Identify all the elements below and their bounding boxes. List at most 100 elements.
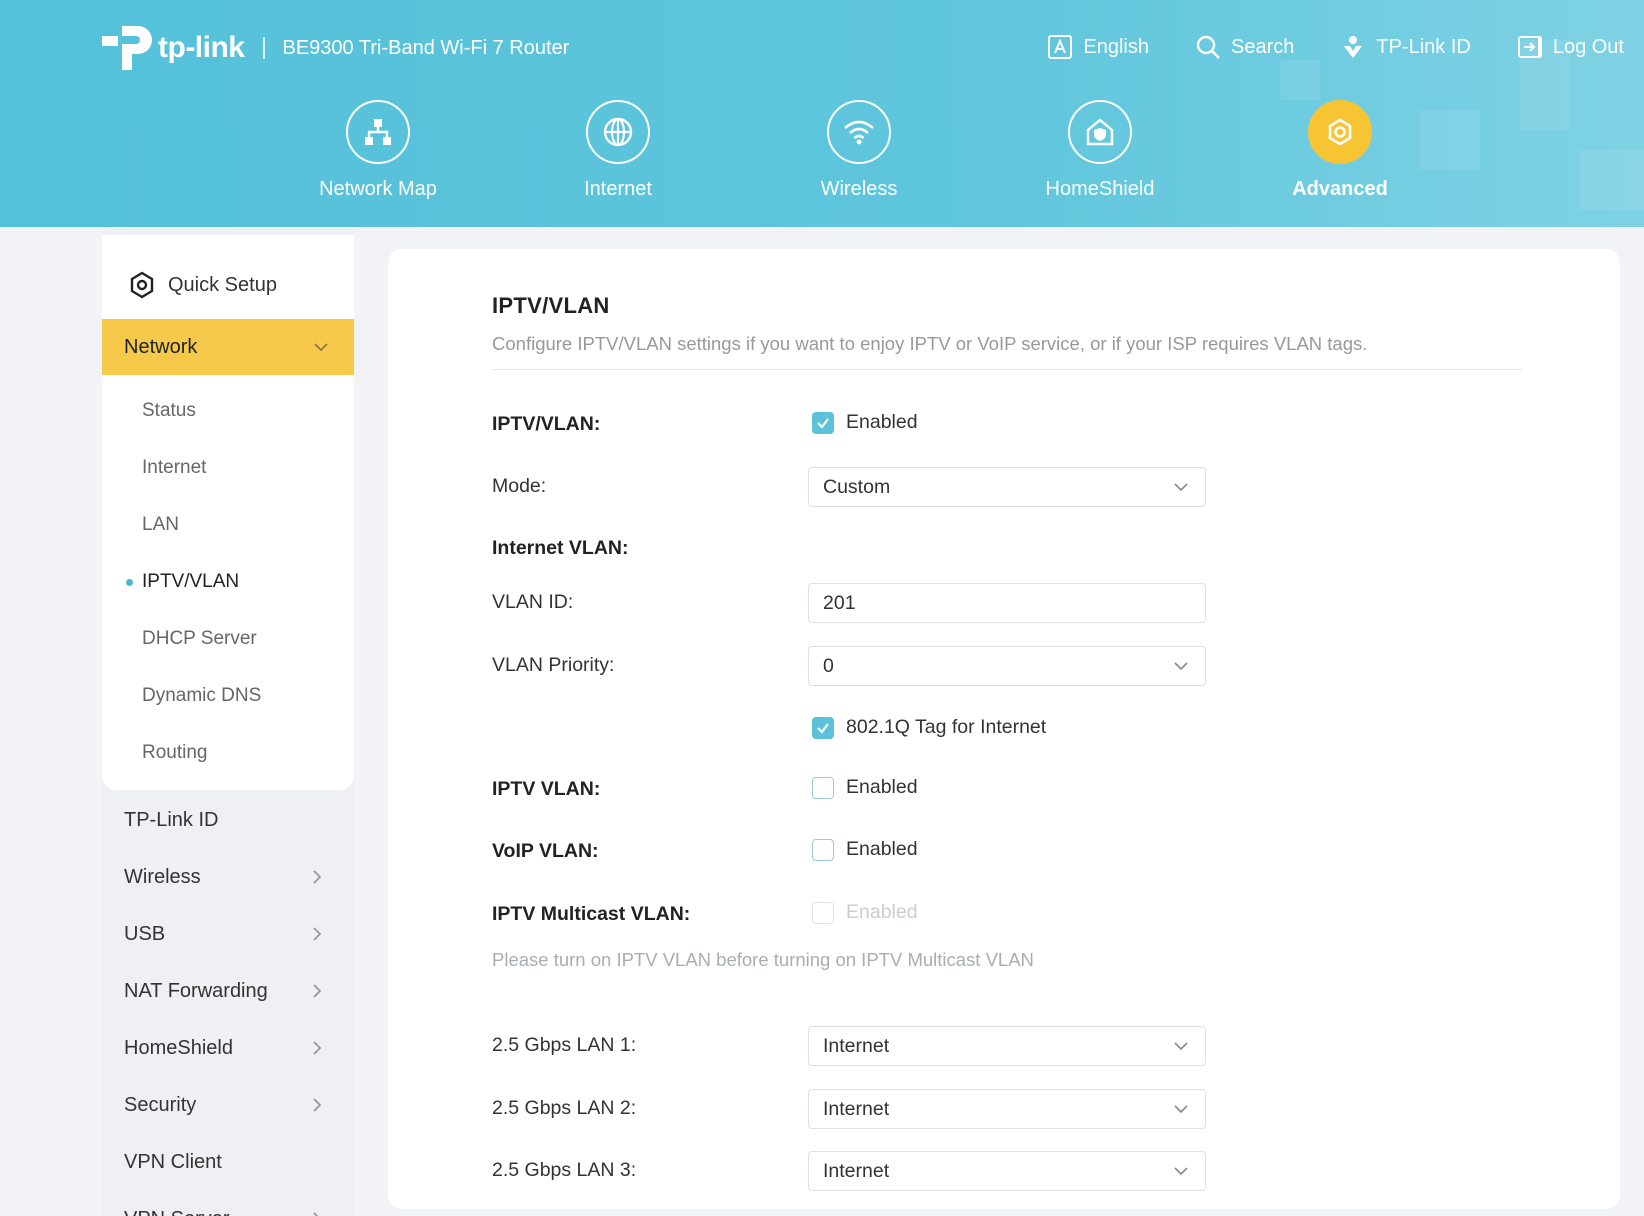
vlan-id-input[interactable]: [823, 591, 1189, 615]
iptv-vlan-checkbox[interactable]: Enabled: [812, 411, 918, 434]
sidebar-sub-lan[interactable]: LAN: [102, 501, 354, 549]
chevron-down-icon: [1174, 662, 1188, 671]
iptv-multicast-enable-label: Enabled: [846, 901, 918, 923]
sidebar-sub-internet[interactable]: Internet: [102, 444, 354, 492]
tplink-id-link[interactable]: TP-Link ID: [1340, 34, 1471, 60]
iptv-vlan-label: IPTV/VLAN: [142, 571, 240, 592]
homeshield-icon: [1068, 100, 1132, 164]
nav-homeshield[interactable]: HomeShield: [1010, 100, 1190, 201]
status-label: Status: [142, 400, 196, 421]
sidebar-sub-dhcp-server[interactable]: DHCP Server: [102, 615, 354, 663]
vlan-priority-label: VLAN Priority:: [492, 654, 615, 676]
iptv-vlan-panel: IPTV/VLAN Configure IPTV/VLAN settings i…: [388, 249, 1620, 1209]
page-title: IPTV/VLAN: [492, 293, 610, 318]
mode-value: Custom: [823, 475, 891, 498]
checkbox-checked-icon: [812, 716, 834, 739]
sidebar-item-vpn-server[interactable]: VPN Server: [102, 1194, 354, 1216]
homeshield-item-label: HomeShield: [124, 1036, 233, 1059]
chevron-down-icon: [1174, 1042, 1188, 1051]
sidebar-item-quick-setup[interactable]: Quick Setup: [128, 271, 277, 299]
sidebar-item-tplink-id[interactable]: TP-Link ID: [102, 795, 354, 845]
security-item-label: Security: [124, 1093, 197, 1116]
sidebar-item-vpn-client[interactable]: VPN Client: [102, 1137, 354, 1187]
sidebar-item-wireless[interactable]: Wireless: [102, 852, 354, 902]
nav-network-map[interactable]: Network Map: [288, 100, 468, 201]
sidebar-item-usb[interactable]: USB: [102, 909, 354, 959]
nav-wireless[interactable]: Wireless: [769, 100, 949, 201]
nav-internet-label: Internet: [584, 178, 652, 200]
nav-advanced[interactable]: Advanced: [1250, 100, 1430, 201]
search-label: Search: [1230, 35, 1295, 58]
wireless-item-label: Wireless: [124, 865, 201, 888]
sidebar-item-nat-forwarding[interactable]: NAT Forwarding: [102, 966, 354, 1016]
iptv-vlan-enable-label: Enabled: [846, 776, 918, 798]
advanced-gear-icon: [1308, 100, 1372, 164]
chevron-right-icon: [313, 1098, 322, 1112]
lan3-label: 2.5 Gbps LAN 3:: [492, 1159, 637, 1181]
language-selector[interactable]: English: [1047, 34, 1149, 60]
sidebar-network-card: Quick Setup Network Status Internet LAN …: [102, 235, 354, 790]
lan2-label: 2.5 Gbps LAN 2:: [492, 1097, 637, 1119]
tag-for-internet-checkbox[interactable]: 802.1Q Tag for Internet: [812, 716, 1046, 739]
vlan-id-input-box[interactable]: [808, 583, 1206, 623]
lan3-value: Internet: [823, 1159, 890, 1182]
title-divider: [492, 369, 1522, 370]
lan1-value: Internet: [823, 1034, 890, 1057]
wifi-icon: [827, 100, 891, 164]
tag-for-internet-label: 802.1Q Tag for Internet: [846, 716, 1047, 738]
iptv-multicast-vlan-label: IPTV Multicast VLAN:: [492, 903, 691, 925]
voip-vlan-label: VoIP VLAN:: [492, 840, 599, 862]
logo-divider: [262, 37, 265, 59]
sidebar-item-security[interactable]: Security: [102, 1080, 354, 1130]
iptv-multicast-vlan-checkbox: Enabled: [812, 901, 918, 924]
nav-internet[interactable]: Internet: [528, 100, 708, 201]
internet-label: Internet: [142, 457, 207, 478]
lan2-value: Internet: [823, 1097, 890, 1120]
usb-item-label: USB: [124, 922, 166, 945]
tp-link-logo[interactable]: tp-link BE9300 Tri-Band Wi-Fi 7 Router: [100, 22, 569, 74]
lan3-select[interactable]: Internet: [808, 1151, 1206, 1191]
sidebar-sub-iptv-vlan[interactable]: IPTV/VLAN: [102, 558, 354, 606]
vlan-priority-select[interactable]: 0: [808, 646, 1206, 686]
chevron-down-icon: [1174, 1105, 1188, 1114]
iptv-vlan-toggle-label: IPTV/VLAN:: [492, 413, 601, 435]
lan1-label: 2.5 Gbps LAN 1:: [492, 1034, 637, 1056]
tplink-id-icon: [1344, 36, 1363, 58]
quick-setup-label: Quick Setup: [168, 273, 277, 296]
nat-forwarding-item-label: NAT Forwarding: [124, 979, 268, 1002]
checkbox-disabled-icon: [812, 901, 834, 924]
iptv-vlan-enabled-label: Enabled: [846, 411, 918, 433]
lan2-select[interactable]: Internet: [808, 1089, 1206, 1129]
sidebar-item-homeshield[interactable]: HomeShield: [102, 1023, 354, 1073]
voip-vlan-checkbox[interactable]: Enabled: [812, 838, 918, 861]
chevron-right-icon: [313, 1212, 319, 1216]
mode-label: Mode:: [492, 475, 547, 497]
main-nav: Network Map Internet Wireless HomeShield…: [0, 100, 1644, 210]
logout-label: Log Out: [1552, 35, 1624, 58]
chevron-right-icon: [313, 927, 322, 941]
tplink-id-label: TP-Link ID: [1376, 35, 1471, 58]
tp-link-logo-icon: [100, 22, 156, 74]
logout-link[interactable]: Log Out: [1517, 34, 1624, 60]
globe-icon: [586, 100, 650, 164]
iptv-vlan-enable-checkbox[interactable]: Enabled: [812, 776, 918, 799]
mode-select[interactable]: Custom: [808, 467, 1206, 507]
network-map-icon: [346, 100, 410, 164]
vpn-client-item-label: VPN Client: [124, 1150, 222, 1173]
vlan-priority-value: 0: [823, 654, 834, 677]
search-link[interactable]: Search: [1195, 34, 1294, 60]
sidebar-sub-status[interactable]: Status: [102, 387, 354, 435]
tplink-id-item-label: TP-Link ID: [124, 808, 219, 831]
active-dot: [126, 578, 133, 586]
router-model: BE9300 Tri-Band Wi-Fi 7 Router: [282, 36, 570, 59]
voip-vlan-enable-label: Enabled: [846, 838, 918, 860]
iptv-vlan-section-label: IPTV VLAN:: [492, 778, 601, 800]
checkbox-checked-icon: [812, 411, 834, 434]
sidebar-item-network[interactable]: Network: [102, 319, 354, 375]
sidebar-sub-routing[interactable]: Routing: [102, 729, 354, 777]
lan1-select[interactable]: Internet: [808, 1026, 1206, 1066]
sidebar-sub-dynamic-dns[interactable]: Dynamic DNS: [102, 672, 354, 720]
top-header: tp-link BE9300 Tri-Band Wi-Fi 7 Router E…: [0, 0, 1644, 227]
routing-label: Routing: [142, 742, 208, 763]
lan-label: LAN: [142, 514, 179, 535]
